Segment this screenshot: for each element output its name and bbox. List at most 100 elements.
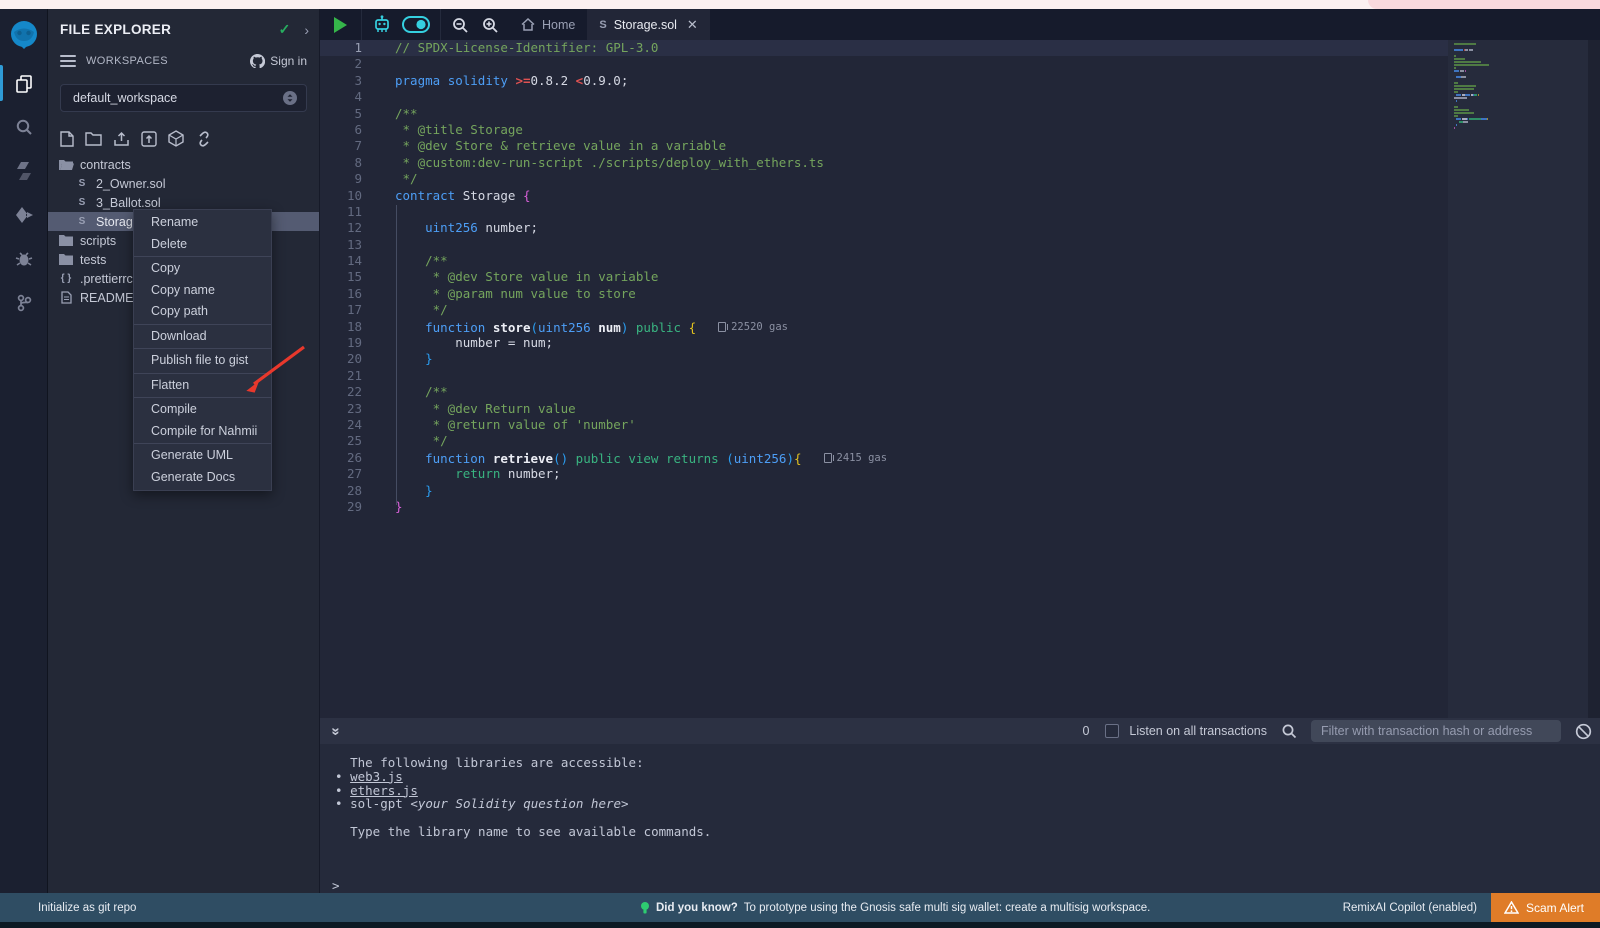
files-icon <box>15 74 34 93</box>
status-bar: Initialize as git repo Did you know? To … <box>0 893 1600 922</box>
code-line-5: 5/** <box>320 106 1448 122</box>
code-line-27: 27 return number; <box>320 466 1448 482</box>
zoom-out-icon[interactable] <box>451 16 469 34</box>
context-menu-item-copy-path[interactable]: Copy path <box>134 301 271 323</box>
did-you-know-tip: Did you know? To prototype using the Gno… <box>640 901 1150 915</box>
code-line-14: 14 /** <box>320 253 1448 269</box>
folder-icon <box>58 254 74 265</box>
close-tab-icon[interactable]: ✕ <box>687 17 698 33</box>
solidity-icon: S <box>74 216 90 227</box>
zoom-in-icon[interactable] <box>481 16 499 34</box>
listen-transactions-checkbox[interactable] <box>1105 724 1119 738</box>
search-icon <box>15 118 33 136</box>
chevron-right-icon[interactable]: › <box>304 22 309 38</box>
folder-icon <box>58 235 74 246</box>
context-menu-item-publish-file-to-gist[interactable]: Publish file to gist <box>134 350 271 372</box>
lightbulb-icon <box>640 901 650 915</box>
solidity-icon: S <box>74 178 90 189</box>
code-line-28: 28 } <box>320 483 1448 499</box>
copilot-toggle[interactable] <box>402 16 430 33</box>
gas-estimate: 2415 gas <box>824 450 888 466</box>
workspace-selected-value: default_workspace <box>73 91 282 105</box>
tab-storage-label: Storage.sol <box>614 18 677 32</box>
context-menu-item-compile[interactable]: Compile <box>134 399 271 421</box>
workspaces-label: WORKSPACES <box>86 55 250 67</box>
editor-scrollbar-gutter[interactable] <box>1588 40 1600 718</box>
code-line-9: 9 */ <box>320 171 1448 187</box>
link-icon[interactable] <box>195 131 213 147</box>
minimap[interactable] <box>1448 40 1588 718</box>
transaction-count: 0 <box>1082 724 1089 738</box>
tree-item-2-owner-sol[interactable]: S2_Owner.sol <box>48 174 319 193</box>
terminal-collapse-icon[interactable]: » <box>328 727 345 735</box>
github-icon <box>250 54 265 68</box>
workspaces-menu-icon[interactable] <box>60 52 76 70</box>
sidebar-item-git[interactable] <box>0 281 48 325</box>
editor-tabbar: Home S Storage.sol ✕ <box>320 9 1600 40</box>
code-editor[interactable]: 1// SPDX-License-Identifier: GPL-3.023pr… <box>320 40 1448 718</box>
code-line-10: 10contract Storage { <box>320 188 1448 204</box>
code-line-25: 25 */ <box>320 433 1448 449</box>
sidebar-item-debugger[interactable] <box>0 237 48 281</box>
scam-alert-button[interactable]: Scam Alert <box>1491 893 1600 922</box>
sidebar-item-deploy-and-run[interactable] <box>0 193 48 237</box>
tab-storage-sol[interactable]: S Storage.sol ✕ <box>587 9 709 40</box>
code-line-16: 16 * @param num value to store <box>320 286 1448 302</box>
code-line-2: 2 <box>320 56 1448 72</box>
code-line-22: 22 /** <box>320 384 1448 400</box>
context-menu-item-copy-name[interactable]: Copy name <box>134 280 271 302</box>
icon-sidebar <box>0 9 48 893</box>
code-line-19: 19 number = num; <box>320 335 1448 351</box>
solidity-icon <box>16 162 32 180</box>
git-init-button[interactable]: Initialize as git repo <box>0 902 136 914</box>
context-menu-item-generate-docs[interactable]: Generate Docs <box>134 467 271 489</box>
file-context-menu: RenameDeleteCopyCopy nameCopy path Downlo… <box>133 209 272 491</box>
panel-title: FILE EXPLORER <box>60 22 279 37</box>
tab-home[interactable]: Home <box>509 9 587 40</box>
solidity-icon: S <box>74 197 90 208</box>
new-file-icon[interactable] <box>60 131 74 147</box>
browser-chrome-artifact <box>0 0 1600 9</box>
context-menu-item-compile-for-nahmii[interactable]: Compile for Nahmii <box>134 421 271 443</box>
sidebar-item-file-explorer[interactable] <box>0 61 48 105</box>
bottom-edge <box>0 922 1600 928</box>
upload-folder-icon[interactable] <box>141 131 157 147</box>
sidebar-item-solidity-compiler[interactable] <box>0 149 48 193</box>
context-menu-item-copy[interactable]: Copy <box>134 258 271 280</box>
github-sign-in-button[interactable]: Sign in <box>250 54 307 68</box>
code-line-4: 4 <box>320 89 1448 105</box>
copilot-status[interactable]: RemixAI Copilot (enabled) <box>1343 902 1477 914</box>
home-icon <box>521 18 535 31</box>
context-menu-item-rename[interactable]: Rename <box>134 212 271 234</box>
code-line-8: 8 * @custom:dev-run-script ./scripts/dep… <box>320 155 1448 171</box>
workspace-select[interactable]: default_workspace <box>60 84 307 112</box>
code-line-13: 13 <box>320 237 1448 253</box>
clear-console-icon[interactable] <box>1575 723 1592 740</box>
remix-logo[interactable] <box>0 9 48 61</box>
new-folder-icon[interactable] <box>85 131 102 146</box>
context-menu-item-delete[interactable]: Delete <box>134 234 271 256</box>
code-line-17: 17 */ <box>320 302 1448 318</box>
terminal-link[interactable]: ethers.js <box>350 783 418 798</box>
ipfs-box-icon[interactable] <box>168 130 184 147</box>
terminal-search-icon[interactable] <box>1281 723 1297 739</box>
tab-home-label: Home <box>542 18 575 32</box>
run-script-button[interactable] <box>334 17 347 33</box>
terminal-prompt[interactable]: > <box>332 878 340 893</box>
code-line-15: 15 * @dev Store value in variable <box>320 269 1448 285</box>
tree-item-contracts[interactable]: contracts <box>48 155 319 174</box>
terminal-link[interactable]: web3.js <box>350 769 403 784</box>
braces-icon: { } <box>58 273 74 284</box>
upload-file-icon[interactable] <box>113 131 130 147</box>
transaction-filter-input[interactable] <box>1311 720 1561 742</box>
context-menu-item-flatten[interactable]: Flatten <box>134 375 271 397</box>
code-line-26: 26 function retrieve() public view retur… <box>320 450 1448 466</box>
code-line-29: 29} <box>320 499 1448 515</box>
terminal-output[interactable]: The following libraries are accessible: … <box>320 744 1600 893</box>
sidebar-item-search[interactable] <box>0 105 48 149</box>
code-line-24: 24 * @return value of 'number' <box>320 417 1448 433</box>
context-menu-item-download[interactable]: Download <box>134 326 271 348</box>
sign-in-label: Sign in <box>270 54 307 68</box>
remixai-robot-icon[interactable] <box>372 15 392 34</box>
context-menu-item-generate-uml[interactable]: Generate UML <box>134 445 271 467</box>
